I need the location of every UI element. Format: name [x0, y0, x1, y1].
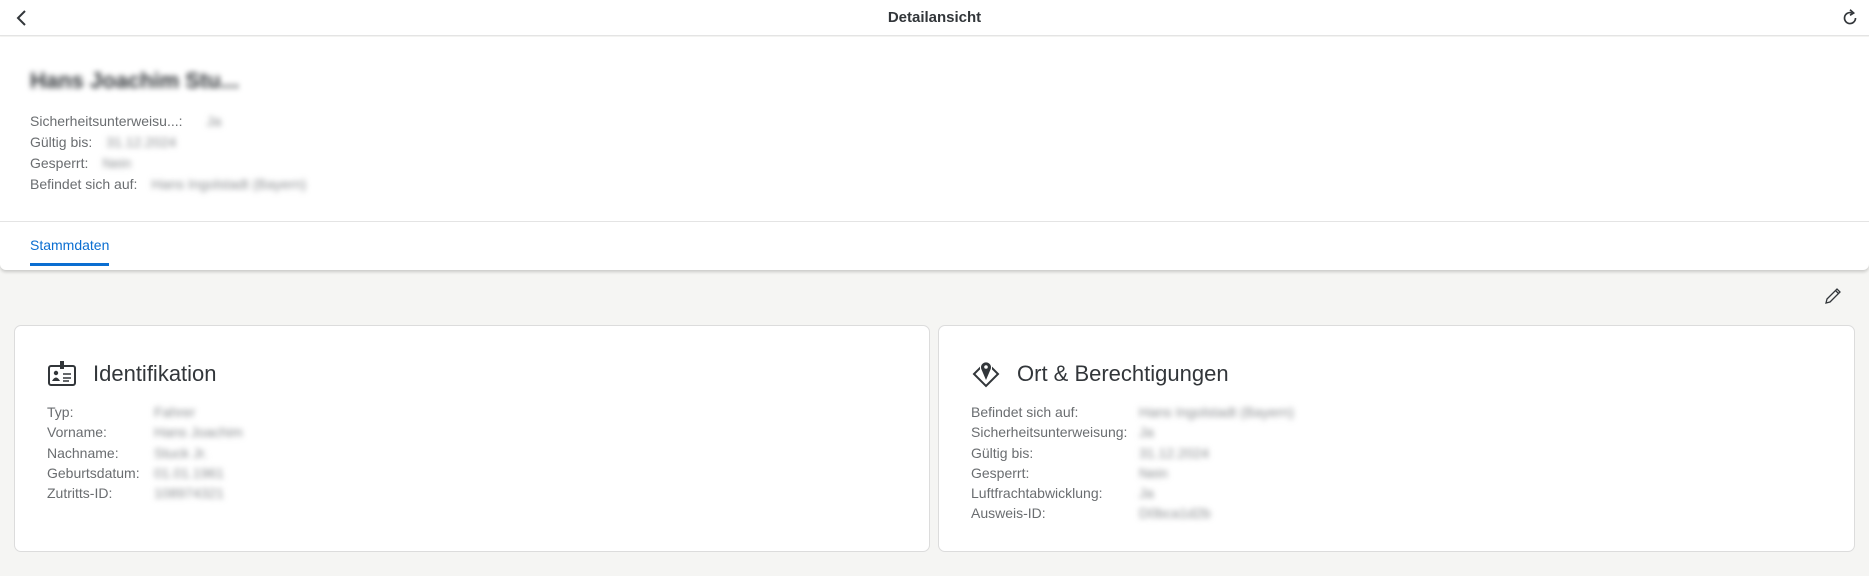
field-label: Nachname: [47, 444, 119, 461]
card-title: Identifikation [93, 361, 217, 386]
field-label: Sicherheitsunterweisung: [971, 424, 1128, 441]
field-row: Gesperrt: Nein [971, 463, 1294, 483]
field-label: Geburtsdatum: [47, 464, 140, 481]
field-value: 31.12.2024 [1139, 444, 1210, 461]
field-row: Geburtsdatum: 01.01.1961 [47, 463, 243, 483]
field-value: Nein [1139, 464, 1168, 481]
pencil-icon[interactable] [1823, 286, 1843, 306]
header-attributes: Sicherheitsunterweisu...: Ja Gültig bis: 3… [30, 111, 306, 195]
attribute-label: Gültig bis: [30, 134, 93, 150]
header-attribute: Sicherheitsunterweisu...: Ja [30, 111, 306, 132]
id-card-icon [48, 361, 76, 386]
header-attribute: Gesperrt: Nein [30, 153, 306, 174]
field-value: 01.01.1961 [154, 464, 225, 481]
field-label: Befindet sich auf: [971, 404, 1079, 420]
field-row: Typ: Fahrer [47, 402, 243, 422]
attribute-label: Gesperrt: [30, 155, 89, 171]
top-bar: Detailansicht [0, 0, 1869, 36]
attribute-value: 31.12.2024 [106, 134, 177, 150]
attribute-value: Hans Ingolstadt (Bayern) [151, 176, 307, 192]
field-label: Luftfrachtabwicklung: [971, 485, 1103, 502]
card-title: Ort & Berechtigungen [1017, 361, 1229, 386]
header-attribute: Befindet sich auf: Hans Ingolstadt (Bayer… [30, 174, 306, 195]
object-header: Hans Joachim Stu... Sicherheitsunterweis… [0, 37, 1869, 270]
refresh-icon[interactable] [1839, 7, 1861, 29]
card-ort-berechtigungen: Ort & Berechtigungen Befindet sich auf: H… [938, 325, 1855, 552]
field-label: Ausweis-ID: [971, 505, 1046, 522]
field-row: Sicherheitsunterweisung: Ja [971, 422, 1294, 442]
field-row: Gültig bis: 31.12.2024 [971, 443, 1294, 463]
divider [0, 221, 1869, 222]
page-title: Detailansicht [887, 9, 982, 26]
field-value: Hans Ingolstadt (Bayern) [1139, 404, 1294, 420]
location-icon [972, 360, 1000, 388]
field-value: Ja [1139, 485, 1154, 502]
field-row: Vorname: Hans Joachim [47, 422, 243, 442]
field-row: Befindet sich auf: Hans Ingolstadt (Bayer… [971, 402, 1294, 422]
field-value: Stuck Jr. [154, 444, 208, 461]
field-label: Gültig bis: [971, 444, 1034, 461]
attribute-value: Ja [206, 113, 222, 129]
field-row: Ausweis-ID: D0bca1d2b [971, 503, 1294, 523]
header-attribute: Gültig bis: 31.12.2024 [30, 132, 306, 153]
attribute-value: Nein [102, 155, 132, 171]
field-label: Zutritts-ID: [47, 485, 113, 502]
field-row: Luftfrachtabwicklung: Ja [971, 483, 1294, 503]
field-value: 108974321 [154, 485, 225, 502]
field-value: Ja [1139, 424, 1154, 441]
field-label: Gesperrt: [971, 464, 1030, 481]
card-identifikation: Identifikation Typ: Fahrer Vorname: Hans J… [14, 325, 930, 552]
tab-stammdaten[interactable]: Stammdaten [30, 237, 110, 266]
field-label: Typ: [47, 404, 74, 420]
attribute-label: Befindet sich auf: [30, 176, 138, 192]
field-row: Nachname: Stuck Jr. [47, 443, 243, 463]
field-label: Vorname: [47, 424, 107, 441]
field-row: Zutritts-ID: 108974321 [47, 483, 243, 503]
field-value: D0bca1d2b [1139, 505, 1211, 522]
field-value: Hans Joachim [154, 424, 243, 441]
attribute-label: Sicherheitsunterweisu...: [30, 113, 183, 129]
field-value: Fahrer [154, 404, 196, 420]
person-name: Hans Joachim Stu... [30, 68, 240, 93]
